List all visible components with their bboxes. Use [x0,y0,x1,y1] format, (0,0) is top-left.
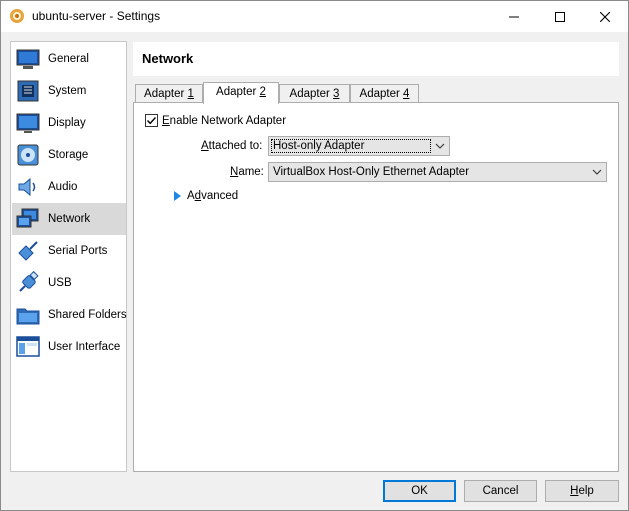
sidebar-item-shared-folders[interactable]: Shared Folders [12,299,127,331]
name-label: Name: [230,166,264,178]
usb-icon [19,271,39,292]
general-icon [16,49,40,69]
sidebar-item-audio[interactable]: Audio [12,171,126,203]
shared-folders-icon [16,308,40,325]
attached-to-select[interactable]: Host-only Adapter [268,136,450,156]
sidebar-item-label: User Interface [48,341,121,353]
sidebar-item-label: Storage [48,149,89,161]
chevron-down-icon [592,169,602,175]
network-icon [16,208,39,228]
expand-triangle-icon [174,191,181,201]
settings-sidebar: General System Display Storage Audio Net… [10,41,127,472]
sidebar-item-general[interactable]: General [12,43,126,75]
sidebar-item-label: Shared Folders [48,309,127,321]
cancel-button[interactable]: Cancel [464,480,537,502]
sidebar-item-usb[interactable]: USB [12,267,126,299]
tab-adapter-4[interactable]: Adapter 4 [350,84,419,103]
tab-adapter-3[interactable]: Adapter 3 [279,84,350,103]
tab-adapter-1[interactable]: Adapter 1 [135,84,203,103]
display-icon [16,113,40,133]
chevron-down-icon [435,143,445,149]
window-title: ubuntu-server - Settings [32,9,161,23]
sidebar-item-label: USB [48,277,72,289]
attached-to-value: Host-only Adapter [273,140,365,152]
minimize-button[interactable] [491,1,537,32]
page-header: Network [133,42,619,76]
advanced-label: Advanced [187,190,239,202]
system-icon [17,80,39,102]
adapter-panel: Enable Network Adapter Attached to: Host… [133,102,619,472]
audio-icon [18,177,36,197]
sidebar-item-label: System [48,85,87,97]
sidebar-item-label: Audio [48,181,78,193]
sidebar-item-system[interactable]: System [12,75,126,107]
checkmark-icon [146,117,157,125]
sidebar-item-label: General [48,53,89,65]
sidebar-item-label: Network [48,213,91,225]
attached-to-label: Attached to: [201,140,263,152]
sidebar-item-storage[interactable]: Storage [12,139,126,171]
user-interface-icon [16,336,40,357]
close-icon [600,11,610,22]
sidebar-item-serial-ports[interactable]: Serial Ports [12,235,126,267]
enable-adapter-label[interactable]: Enable Network Adapter [162,115,286,127]
adapter-name-value: VirtualBox Host-Only Ethernet Adapter [273,166,470,178]
tab-adapter-2[interactable]: Adapter 2 [203,82,279,104]
sidebar-item-display[interactable]: Display [12,107,126,139]
ok-button[interactable]: OK [383,480,456,502]
minimize-icon [509,16,519,17]
close-button[interactable] [582,1,628,32]
enable-adapter-checkbox[interactable] [145,114,158,127]
settings-window: ubuntu-server - Settings General System … [0,0,629,511]
maximize-icon [555,11,565,22]
help-button[interactable]: Help [545,480,619,502]
virtualbox-icon [10,9,24,23]
storage-icon [17,144,39,166]
sidebar-item-network[interactable]: Network [12,203,126,235]
sidebar-item-label: Serial Ports [48,245,108,257]
sidebar-item-user-interface[interactable]: User Interface [12,331,126,363]
adapter-name-select[interactable]: VirtualBox Host-Only Ethernet Adapter [268,162,607,182]
sidebar-item-label: Display [48,117,86,129]
maximize-button[interactable] [537,1,583,32]
serial-ports-icon [18,241,38,261]
page-title: Network [142,51,194,66]
title-bar: ubuntu-server - Settings [1,1,628,32]
